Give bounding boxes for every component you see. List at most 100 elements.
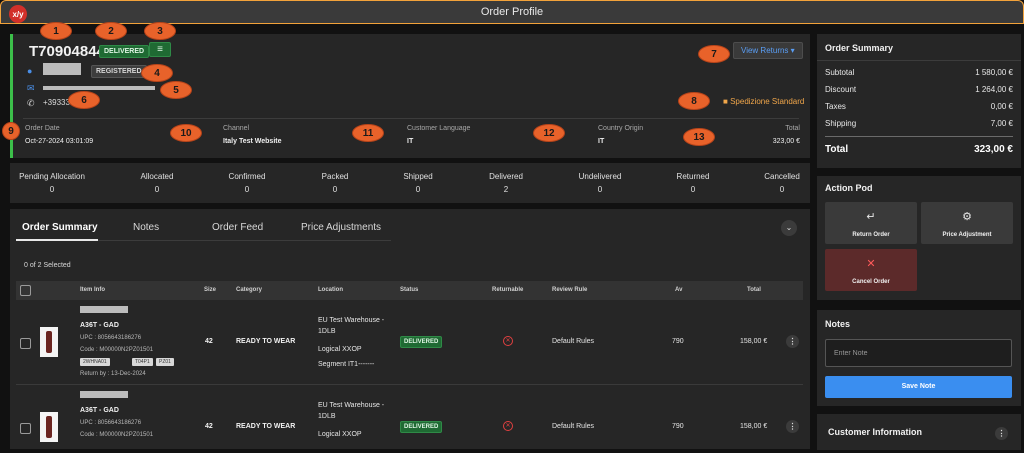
annotation-marker: 10 (170, 124, 202, 142)
order-id: T70904844 (29, 43, 105, 60)
count-value: 2 (503, 185, 509, 194)
subtotal-label: Subtotal (825, 68, 855, 77)
notes-card: Notes Enter Note Save Note (817, 310, 1021, 406)
annotation-marker: 6 (68, 91, 100, 109)
annotation-marker: 11 (352, 124, 384, 142)
note-input[interactable]: Enter Note (825, 339, 1012, 367)
segment: Segment IT1------- (318, 361, 375, 368)
annotation-marker: 7 (698, 45, 730, 63)
price-adjustment-button[interactable]: ⚙ Price Adjustment (921, 202, 1013, 244)
order-summary-title: Order Summary (825, 43, 894, 53)
row-more-icon[interactable]: ⋮ (786, 420, 799, 433)
shipping-label: Shipping (825, 119, 857, 128)
column-header[interactable]: Status (400, 287, 418, 293)
row-more-icon[interactable]: ⋮ (786, 335, 799, 348)
return-order-button[interactable]: ↵ Return Order (825, 202, 917, 244)
chevron-down-icon: ▾ (790, 46, 795, 55)
taxes-label: Taxes (825, 102, 846, 111)
product-figure (46, 416, 52, 438)
table-row[interactable]: A36T - GAD UPC : 8056643186276 Code : M0… (16, 301, 803, 385)
cancel-order-label: Cancel Order (852, 279, 890, 285)
review-rule: Default Rules (552, 423, 595, 430)
column-header[interactable]: Category (236, 287, 262, 293)
action-pod-title: Action Pod (825, 183, 873, 193)
country-origin-label: Country Origin (598, 125, 644, 132)
customer-information-card: Customer Information ⋮ (817, 414, 1021, 450)
truck-icon: ■ (723, 97, 728, 106)
channel-label: Channel (223, 125, 250, 132)
count-value: 0 (690, 185, 696, 194)
column-header[interactable]: Item Info (80, 287, 105, 293)
annotation-marker: 9 (2, 122, 20, 140)
filter-icon[interactable]: ≡ (149, 42, 171, 57)
order-summary-card: Order Summary Subtotal 1 580,00 € Discou… (817, 34, 1021, 168)
count-value: 0 (597, 185, 603, 194)
select-all-checkbox[interactable] (20, 285, 31, 296)
shipping-method-label: Spedizione Standard (730, 97, 805, 106)
not-returnable-icon: ✕ (503, 421, 513, 431)
channel-value: Italy Test Website (223, 138, 282, 145)
item-name: A36T - GAD (80, 407, 119, 414)
count-value: 0 (332, 185, 338, 194)
item-brand-redacted (80, 306, 128, 313)
view-returns-button[interactable]: View Returns ▾ (733, 42, 803, 59)
count-label: Packed (321, 172, 349, 181)
sliders-icon: ⚙ (962, 211, 972, 223)
total-divider (825, 136, 1013, 137)
annotation-marker: 3 (144, 22, 176, 40)
item-code: Code : M00000N2PZ01501 (80, 432, 154, 438)
count-value: 0 (49, 185, 55, 194)
location-code: 1DLB (318, 328, 336, 335)
column-header[interactable]: Review Rule (552, 287, 587, 293)
customer-more-icon[interactable]: ⋮ (995, 427, 1008, 440)
customer-type-badge: REGISTERED (91, 65, 147, 78)
collapse-chevron-icon[interactable]: ⌄ (781, 220, 797, 236)
tab-order-feed[interactable]: Order Feed (212, 222, 263, 233)
tab-notes[interactable]: Notes (133, 222, 159, 233)
return-order-label: Return Order (852, 232, 890, 238)
item-status-badge: DELIVERED (400, 421, 443, 433)
column-header[interactable]: Returnable (492, 287, 523, 293)
location-name: EU Test Warehouse - (318, 317, 385, 324)
tab-price-adjustments[interactable]: Price Adjustments (301, 222, 381, 233)
item-upc: UPC : 8056643186276 (80, 335, 142, 341)
item-av: 790 (672, 338, 684, 345)
cancel-order-button[interactable]: ✕ Cancel Order (825, 249, 917, 291)
logical-location: Logical XXOP (318, 431, 362, 438)
price-adjustment-label: Price Adjustment (942, 232, 992, 238)
product-figure (46, 331, 52, 353)
customer-information-title: Customer Information (828, 427, 923, 437)
row-checkbox[interactable] (20, 423, 31, 434)
row-checkbox[interactable] (20, 338, 31, 349)
annotation-marker: 1 (40, 22, 72, 40)
selected-count: 0 of 2 Selected (24, 262, 71, 269)
column-header[interactable]: Av (675, 287, 682, 293)
order-date-label: Order Date (25, 125, 60, 132)
count-label: Allocated (140, 172, 174, 181)
annotation-marker: 2 (95, 22, 127, 40)
count-label: Pending Allocation (19, 172, 85, 181)
column-header[interactable]: Size (204, 287, 216, 293)
table-row[interactable]: A36T - GAD UPC : 8056643186276 Code : M0… (16, 386, 803, 449)
save-note-button[interactable]: Save Note (825, 376, 1012, 398)
tab-order-summary[interactable]: Order Summary (22, 222, 98, 233)
item-total: 158,00 € (740, 338, 768, 345)
count-value: 0 (779, 185, 785, 194)
product-thumbnail (40, 327, 58, 357)
count-label: Returned (676, 172, 710, 181)
column-header[interactable]: Total (747, 287, 761, 293)
annotation-marker: 4 (141, 64, 173, 82)
product-thumbnail (40, 412, 58, 442)
logical-location: Logical XXOP (318, 346, 362, 353)
column-header[interactable]: Location (318, 287, 343, 293)
discount-value: 1 264,00 € (975, 85, 1013, 94)
item-size: 42 (205, 423, 213, 430)
count-label: Delivered (489, 172, 523, 181)
grand-total-label: Total (825, 144, 849, 155)
not-returnable-icon: ✕ (503, 336, 513, 346)
review-rule: Default Rules (552, 338, 595, 345)
location-name: EU Test Warehouse - (318, 402, 385, 409)
annotation-marker: 13 (683, 128, 715, 146)
count-value: 0 (244, 185, 250, 194)
customer-language-value: IT (407, 138, 414, 145)
